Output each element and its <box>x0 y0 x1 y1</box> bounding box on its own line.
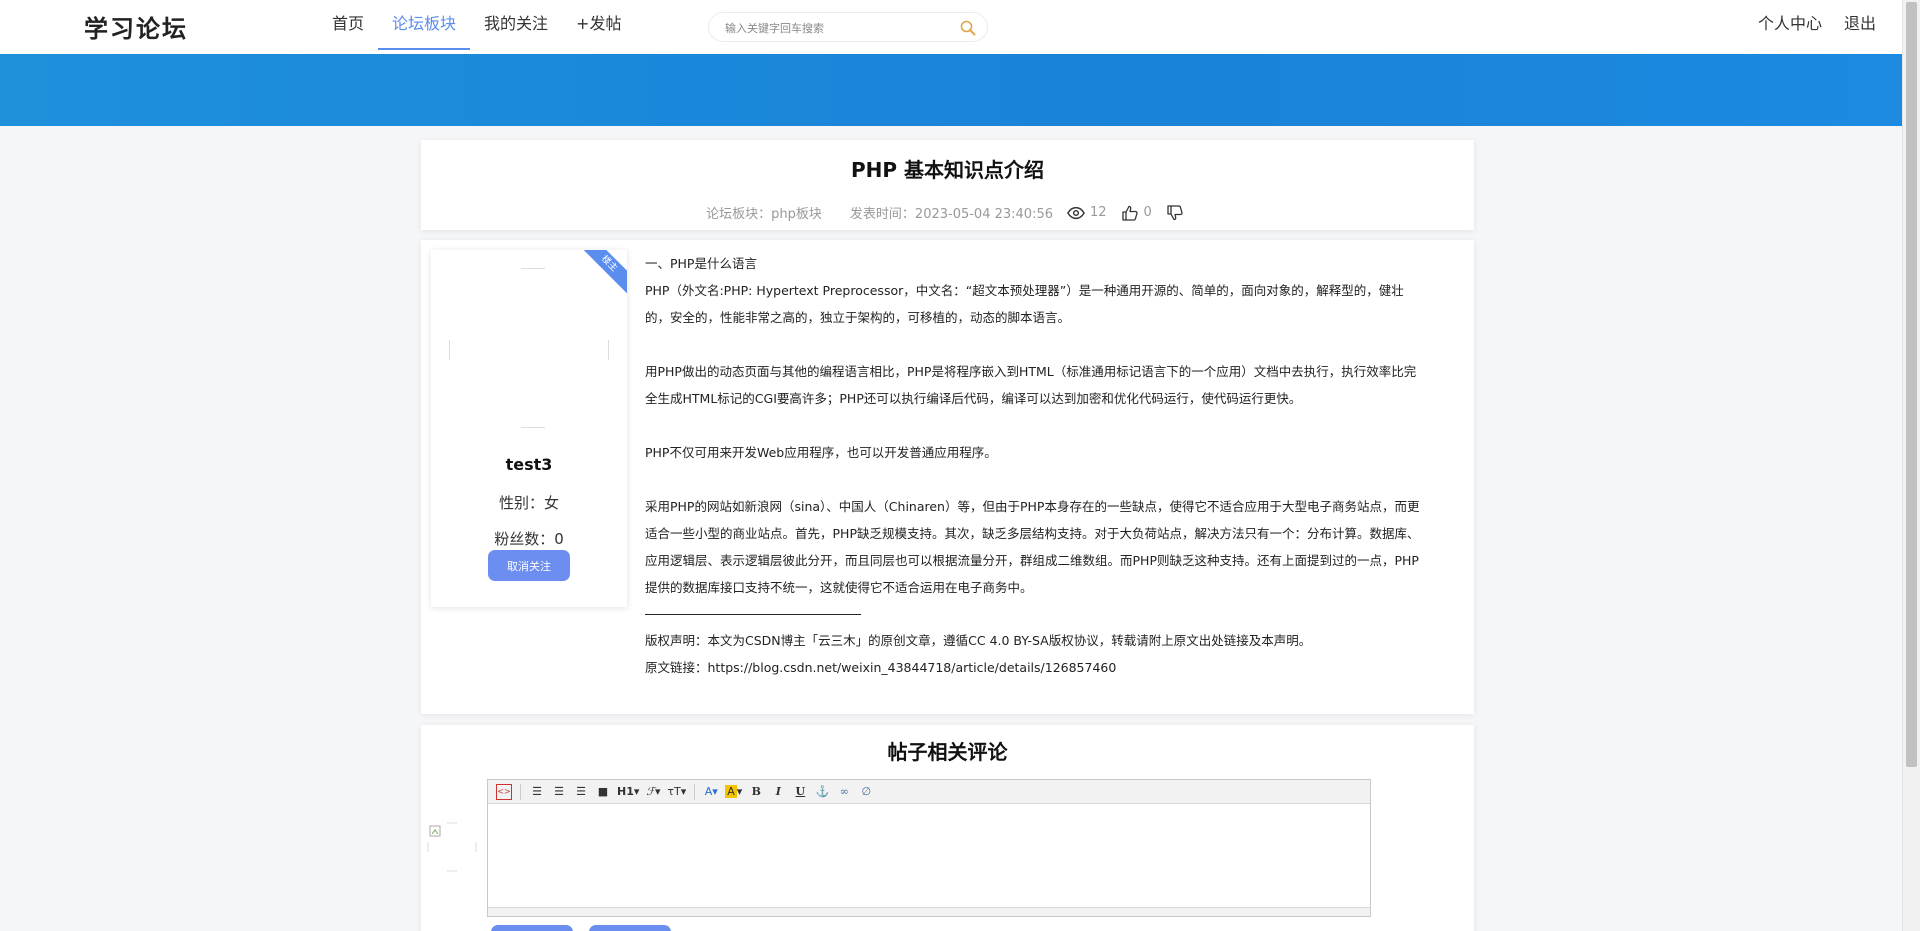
site-logo[interactable]: 学习论坛 <box>84 9 188 44</box>
editor-resize-bar[interactable] <box>488 907 1370 916</box>
article-paragraph: PHP不仅可用来开发Web应用程序，也可以开发普通应用程序。 <box>645 445 997 460</box>
post-board: 论坛板块：php板块 <box>706 207 822 222</box>
unfollow-button[interactable]: 取消关注 <box>488 550 570 581</box>
comments-card: 帖子相关评论 <> ☰ ☰ ☰ ■ H1▾ ℱ▾ τT▾ A▾ A ▾ B I U… <box>421 725 1474 931</box>
divider <box>645 614 861 615</box>
main-nav: 首页 论坛板块 我的关注 +发帖 <box>318 0 635 54</box>
nav-new-post[interactable]: +发帖 <box>562 0 635 54</box>
author-avatar[interactable] <box>449 268 609 428</box>
view-count-value: 12 <box>1090 205 1107 220</box>
article-paragraph: PHP（外文名:PHP: Hypertext Preprocessor，中文名：… <box>645 283 1404 325</box>
nav-forum-boards[interactable]: 论坛板块 <box>378 0 471 54</box>
unlink-icon[interactable]: ∅ <box>858 784 874 800</box>
comment-action-button[interactable] <box>589 925 671 931</box>
commenter-avatar <box>427 822 477 872</box>
search-icon[interactable] <box>959 19 977 37</box>
search-input[interactable] <box>725 19 945 37</box>
comments-title: 帖子相关评论 <box>887 740 1008 764</box>
like-count[interactable]: 0 <box>1121 205 1152 221</box>
header-banner <box>0 54 1902 126</box>
logout-link[interactable]: 退出 <box>1844 0 1876 54</box>
align-right-icon[interactable]: ☰ <box>573 784 589 800</box>
nav-my-follows[interactable]: 我的关注 <box>470 0 562 54</box>
justify-icon[interactable]: ■ <box>595 784 611 800</box>
search-box <box>708 12 988 42</box>
article-paragraph: 采用PHP的网站如新浪网（sina）、中国人（Chinaren）等，但由于PHP… <box>645 499 1420 595</box>
post-title: PHP 基本知识点介绍 <box>850 158 1045 182</box>
user-center-link[interactable]: 个人中心 <box>1758 0 1822 54</box>
source-link[interactable]: 原文链接：https://blog.csdn.net/weixin_438447… <box>645 654 1420 681</box>
link-icon[interactable]: ∞ <box>836 784 852 800</box>
view-count: 12 <box>1067 205 1107 221</box>
user-links: 个人中心 退出 <box>1736 0 1876 54</box>
align-center-icon[interactable]: ☰ <box>551 784 567 800</box>
post-header-card: PHP 基本知识点介绍 论坛板块：php板块 发表时间：2023-05-04 2… <box>421 140 1474 230</box>
comment-action-button[interactable] <box>491 925 573 931</box>
copyright-notice: 版权声明：本文为CSDN博主「云三木」的原创文章，遵循CC 4.0 BY-SA版… <box>645 633 1312 648</box>
author-name[interactable]: test3 <box>431 455 627 474</box>
nav-home[interactable]: 首页 <box>318 0 378 54</box>
article-body: 一、PHP是什么语言 PHP（外文名:PHP: Hypertext Prepro… <box>645 250 1420 681</box>
scroll-thumb[interactable] <box>1906 2 1917 767</box>
underline-icon[interactable]: U <box>792 784 808 800</box>
eye-icon <box>1067 206 1085 219</box>
editor-toolbar: <> ☰ ☰ ☰ ■ H1▾ ℱ▾ τT▾ A▾ A ▾ B I U ⚓ ∞ ∅ <box>488 780 1370 804</box>
dislike-button[interactable] <box>1166 204 1189 221</box>
page-scrollbar[interactable] <box>1902 0 1920 931</box>
thumbs-down-icon[interactable] <box>1166 204 1184 221</box>
thumbs-up-icon[interactable] <box>1121 205 1139 221</box>
like-count-value: 0 <box>1143 205 1152 220</box>
font-color-icon[interactable]: A▾ <box>703 784 719 800</box>
comment-editor: <> ☰ ☰ ☰ ■ H1▾ ℱ▾ τT▾ A▾ A ▾ B I U ⚓ ∞ ∅ <box>487 779 1371 917</box>
article-paragraph: 用PHP做出的动态页面与其他的编程语言相比，PHP是将程序嵌入到HTML（标准通… <box>645 364 1417 406</box>
bold-icon[interactable]: B <box>748 784 764 800</box>
source-code-icon[interactable]: <> <box>496 783 512 800</box>
font-family-icon[interactable]: ℱ▾ <box>645 784 661 800</box>
post-content-card: 楼主 test3 性别：女 粉丝数：0 取消关注 一、PHP是什么语言 PHP（… <box>421 240 1474 714</box>
align-left-icon[interactable]: ☰ <box>529 784 545 800</box>
author-fans: 粉丝数：0 <box>494 530 564 548</box>
top-navbar: 学习论坛 首页 论坛板块 我的关注 +发帖 个人中心 退出 <box>0 0 1902 54</box>
author-panel: 楼主 test3 性别：女 粉丝数：0 取消关注 <box>431 250 627 607</box>
comment-input[interactable] <box>488 804 1370 907</box>
italic-icon[interactable]: I <box>770 784 786 800</box>
heading-icon[interactable]: H1▾ <box>617 784 639 800</box>
highlight-icon[interactable]: A ▾ <box>725 784 742 800</box>
article-heading: 一、PHP是什么语言 <box>645 256 757 271</box>
author-gender: 性别：女 <box>498 494 559 512</box>
post-meta: 论坛板块：php板块 发表时间：2023-05-04 23:40:56 12 0 <box>421 203 1474 222</box>
post-time: 发表时间：2023-05-04 23:40:56 <box>849 207 1053 222</box>
font-size-icon[interactable]: τT▾ <box>667 784 686 800</box>
anchor-icon[interactable]: ⚓ <box>814 784 830 800</box>
